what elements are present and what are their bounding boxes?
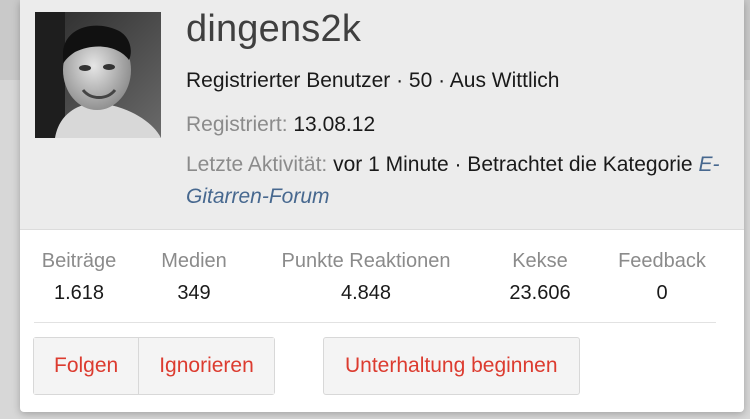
stat-value: 23.606 — [509, 282, 571, 304]
stat-feedback[interactable]: Feedback 0 — [608, 246, 716, 310]
stat-label: Beiträge — [41, 250, 117, 272]
last-activity-label: Letzte Aktivität: — [186, 153, 328, 176]
start-conversation-button[interactable]: Unterhaltung beginnen — [323, 337, 580, 395]
stat-cookies[interactable]: Kekse 23.606 — [494, 246, 586, 310]
follow-ignore-button-group: Folgen Ignorieren — [33, 337, 275, 395]
stat-value: 349 — [177, 282, 211, 304]
user-title-line: Registrierter Benutzer · 50 · Aus Wittli… — [186, 69, 560, 92]
member-stats: Beiträge 1.618 Medien 349 Punkte Reaktio… — [20, 246, 744, 316]
divider — [34, 322, 716, 323]
stat-label: Kekse — [512, 250, 568, 272]
registered-line: Registriert: 13.08.12 — [186, 109, 375, 141]
registered-value: 13.08.12 — [293, 113, 376, 136]
stat-value: 1.618 — [53, 282, 105, 304]
last-activity-value: vor 1 Minute · Betrachtet die Kategorie — [333, 153, 693, 176]
member-header: dingens2k Registrierter Benutzer · 50 · … — [20, 0, 744, 230]
ignore-button[interactable]: Ignorieren — [138, 338, 274, 394]
stat-reaction-points[interactable]: Punkte Reaktionen 4.848 — [263, 246, 469, 310]
follow-button[interactable]: Folgen — [34, 338, 139, 394]
stat-value: 0 — [656, 282, 668, 304]
member-tooltip-card: dingens2k Registrierter Benutzer · 50 · … — [20, 0, 744, 412]
username[interactable]: dingens2k — [186, 8, 361, 51]
registered-label: Registriert: — [186, 113, 288, 136]
stat-media[interactable]: Medien 349 — [150, 246, 238, 310]
avatar-image — [35, 12, 161, 138]
avatar[interactable] — [35, 12, 161, 138]
stat-value: 4.848 — [340, 282, 392, 304]
stat-posts[interactable]: Beiträge 1.618 — [33, 246, 125, 310]
stat-label: Feedback — [618, 250, 706, 272]
stat-label: Punkte Reaktionen — [281, 250, 451, 272]
stat-label: Medien — [161, 250, 227, 272]
last-activity-line: Letzte Aktivität: vor 1 Minute · Betrach… — [186, 149, 726, 213]
